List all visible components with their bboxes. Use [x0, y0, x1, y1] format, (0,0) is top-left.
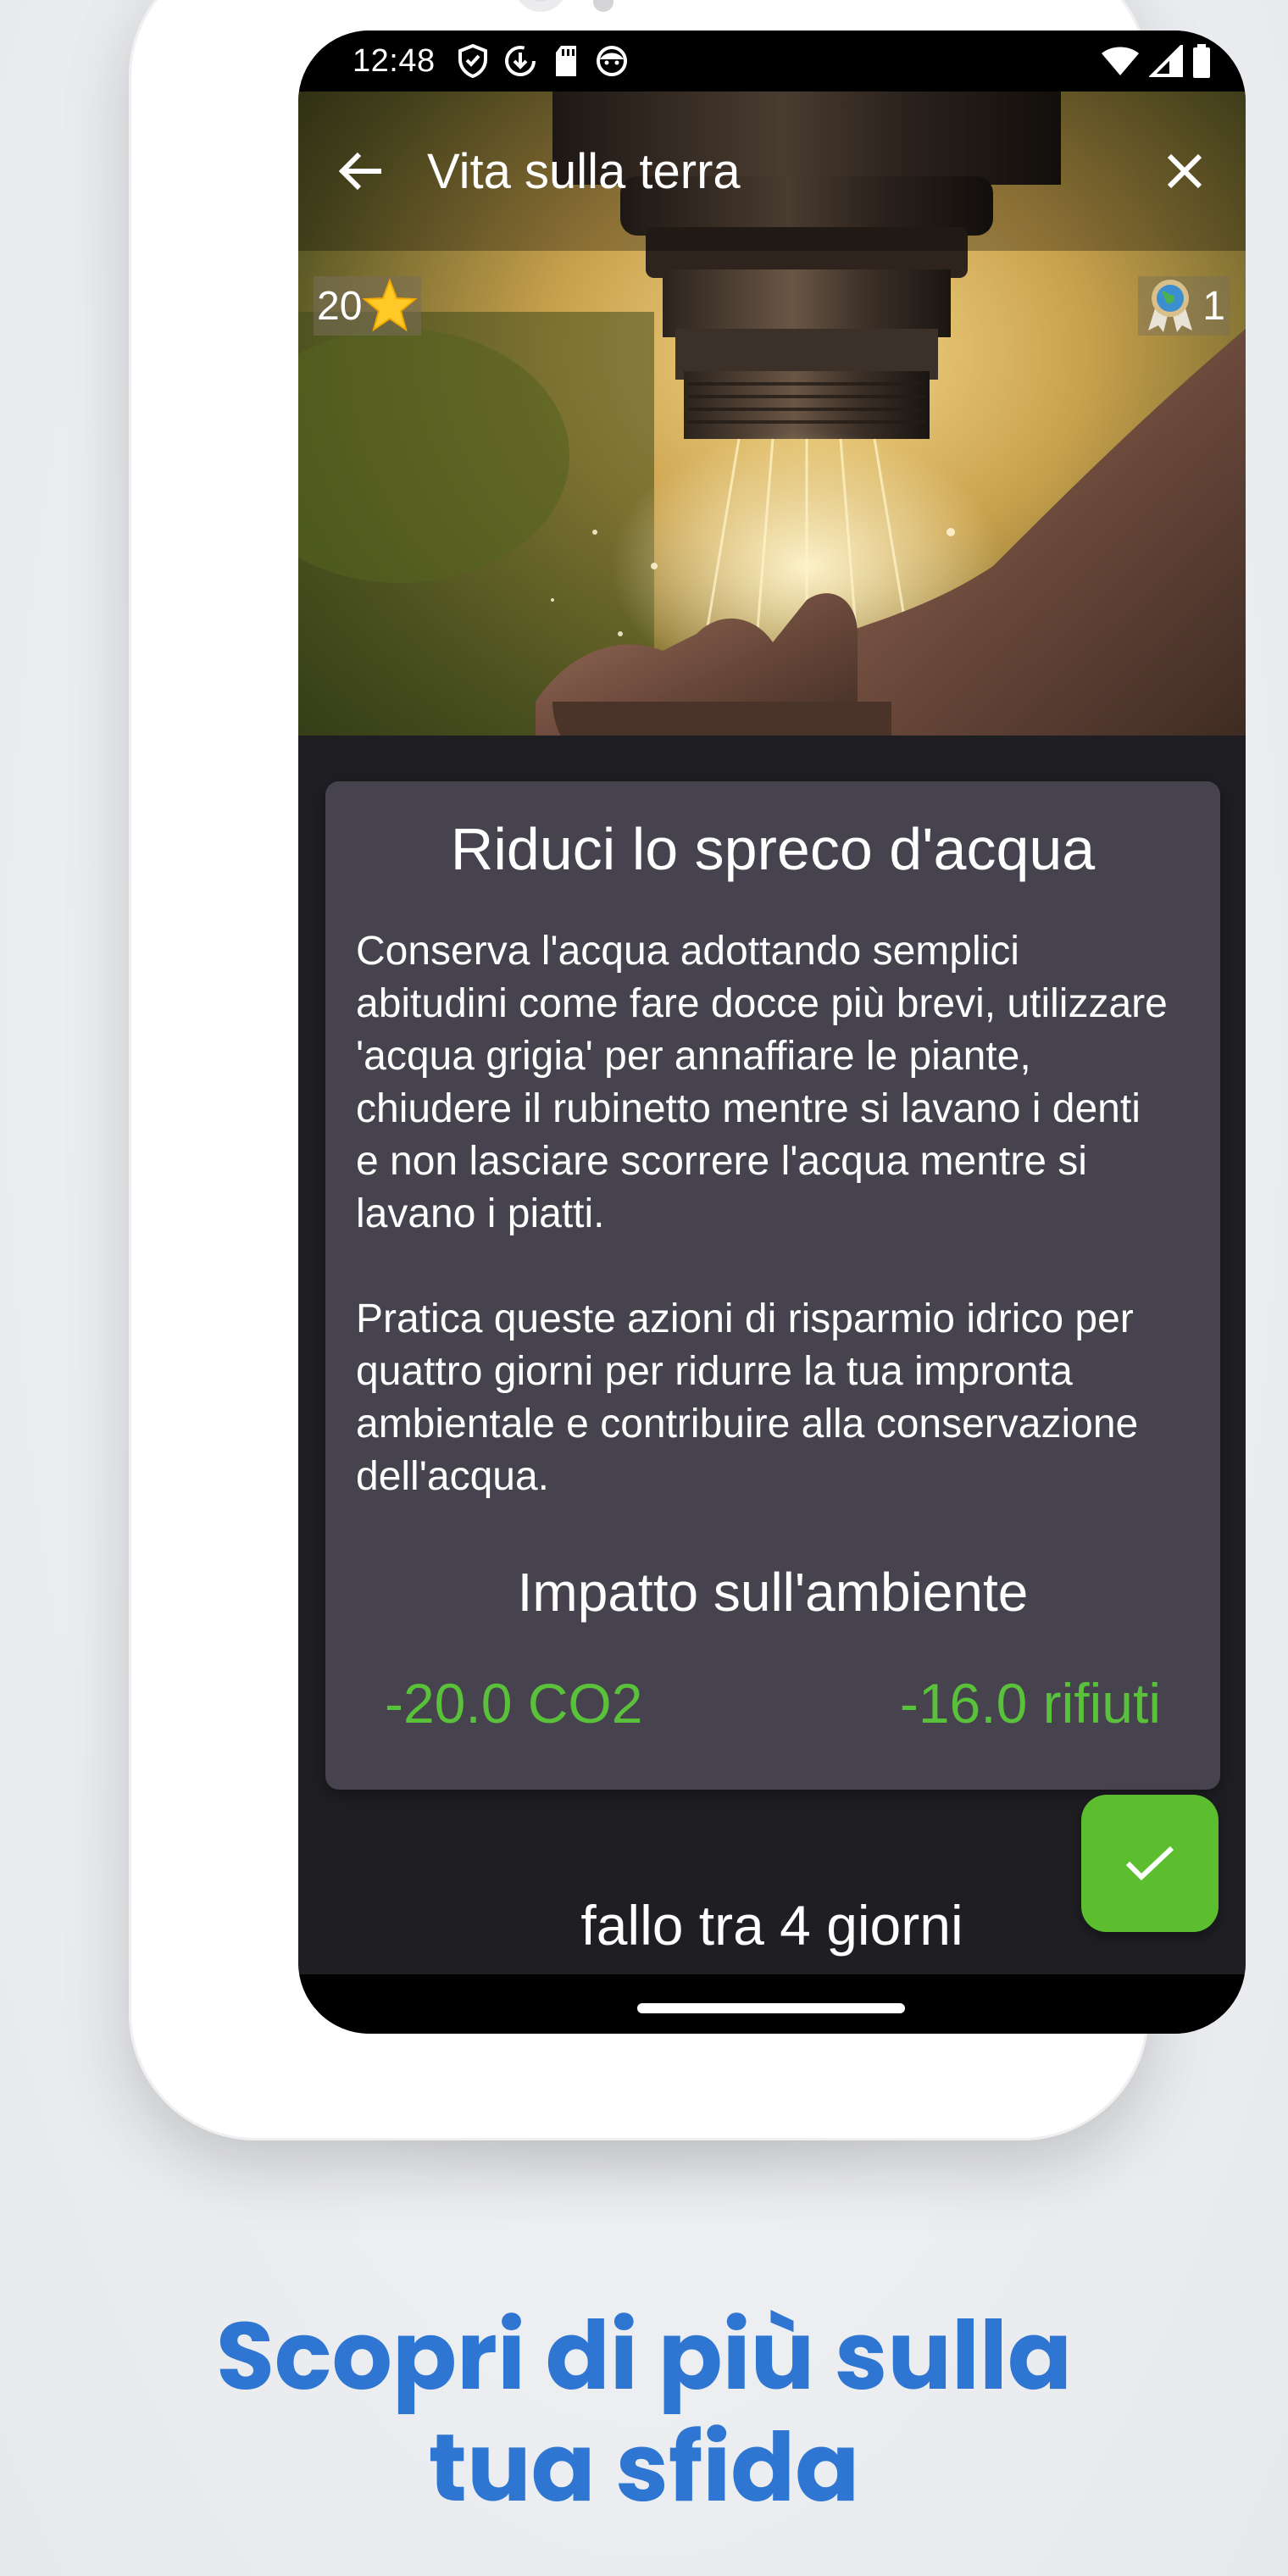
earth-medal-icon: [1148, 280, 1193, 332]
headline-line: tua sfida: [428, 2401, 860, 2534]
award-badge: 1: [1138, 276, 1230, 336]
challenge-card: Riduci lo spreco d'acqua Conserva l'acqu…: [325, 781, 1220, 1790]
front-camera: [514, 0, 567, 12]
close-button[interactable]: [1158, 144, 1212, 198]
waste-impact: -16.0 rifiuti: [899, 1672, 1161, 1735]
sd-card-icon: [555, 46, 576, 76]
status-bar: 12:48: [298, 31, 1246, 92]
app-screen: 12:48 Vita sulla terra 20 1 Riduci lo sp…: [298, 31, 1246, 2034]
back-button[interactable]: [334, 144, 388, 198]
deadline-text: fallo tra 4 giorni: [580, 1894, 963, 1957]
headline-line: Scopri di più sulla: [215, 2290, 1073, 2423]
phone-frame: 12:48 Vita sulla terra 20 1 Riduci lo sp…: [129, 0, 1246, 2140]
home-indicator[interactable]: [637, 2003, 905, 2013]
promo-headline: Scopri di più sulla tua sfida: [0, 2301, 1288, 2524]
close-icon: [1167, 153, 1202, 189]
download-icon: [504, 46, 536, 76]
status-time: 12:48: [353, 42, 436, 79]
description-paragraph: Conserva l'acqua adottando semplici abit…: [356, 929, 1168, 1236]
co2-impact: -20.0 CO2: [385, 1672, 643, 1735]
battery-icon: [1193, 44, 1210, 78]
description-paragraph: Pratica queste azioni di risparmio idric…: [356, 1296, 1139, 1499]
shield-icon: [458, 44, 487, 78]
challenge-title: Riduci lo spreco d'acqua: [450, 816, 1096, 882]
checkmark-icon: [1125, 1846, 1174, 1881]
points-badge: 20: [314, 276, 422, 336]
wifi-icon: [1102, 47, 1139, 75]
impact-title: Impatto sull'ambiente: [517, 1562, 1029, 1623]
star-icon: [362, 278, 419, 332]
points-value: 20: [317, 283, 363, 329]
proximity-sensor: [593, 0, 615, 12]
face-icon: [596, 46, 627, 76]
awards-count: 1: [1202, 283, 1225, 329]
toolbar-title: Vita sulla terra: [427, 143, 741, 199]
signal-icon: [1149, 45, 1183, 77]
arrow-left-icon: [338, 152, 381, 191]
impact-values: -20.0 CO2 -16.0 rifiuti: [385, 1671, 1161, 1735]
app-toolbar: Vita sulla terra: [298, 92, 1246, 251]
challenge-description: Conserva l'acqua adottando semplici abit…: [356, 925, 1169, 1556]
